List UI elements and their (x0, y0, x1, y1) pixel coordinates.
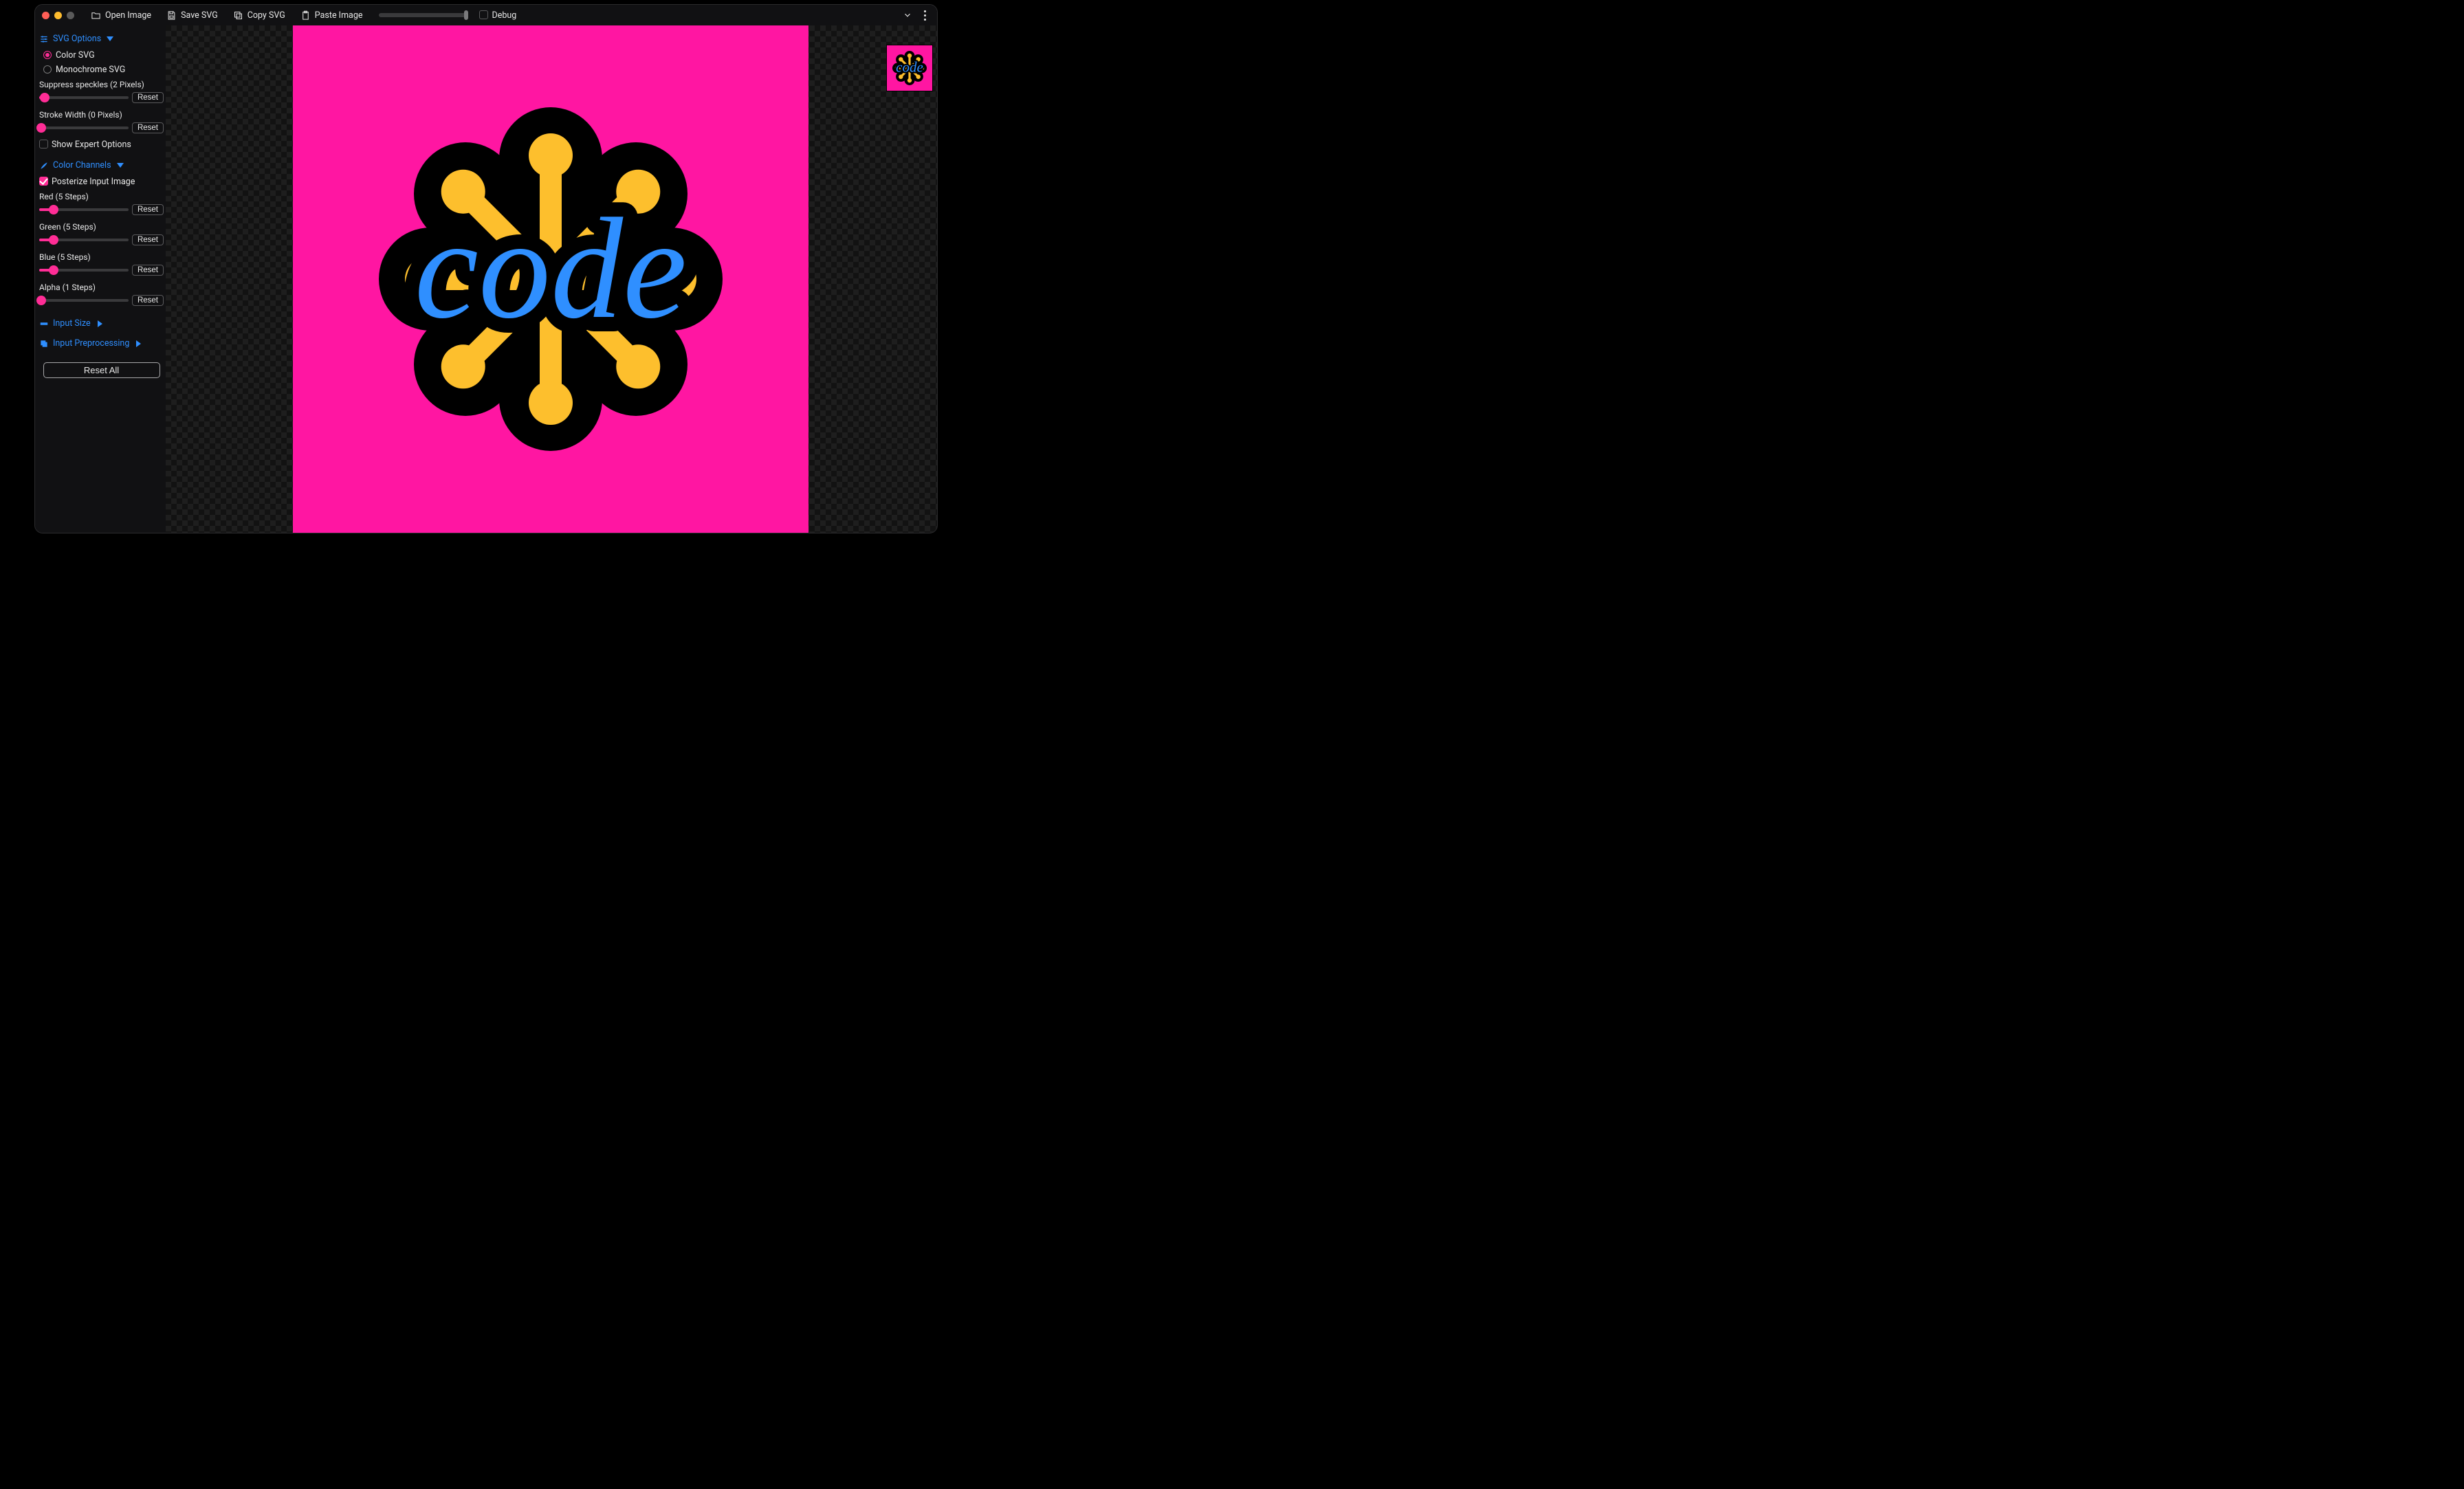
section-title: Input Size (53, 318, 91, 329)
checkbox-icon (39, 177, 48, 186)
green-steps-label: Green (5 Steps) (39, 219, 164, 233)
stroke-width-slider[interactable] (39, 126, 129, 129)
collapse-panel-button[interactable] (899, 10, 916, 20)
section-input-preprocessing[interactable]: Input Preprocessing (39, 337, 164, 353)
stroke-reset-button[interactable]: Reset (132, 122, 164, 133)
chevron-down-icon (903, 10, 912, 20)
debug-toggle[interactable]: Debug (479, 10, 516, 21)
debug-label: Debug (492, 10, 516, 21)
folder-open-icon (91, 10, 101, 21)
copy-svg-label: Copy SVG (248, 10, 285, 21)
canvas-area[interactable]: code code (166, 25, 937, 533)
section-color-channels[interactable]: Color Channels (39, 159, 164, 175)
code-text: code (415, 189, 687, 349)
alpha-steps-label: Alpha (1 Steps) (39, 280, 164, 294)
more-menu-button[interactable] (920, 10, 930, 21)
ruler-icon (39, 319, 49, 329)
copy-icon (233, 10, 243, 21)
red-steps-label: Red (5 Steps) (39, 189, 164, 203)
red-reset-button[interactable]: Reset (132, 204, 164, 215)
options-sidebar: SVG Options Color SVG Monochrome SVG Sup… (35, 25, 166, 533)
paste-image-button[interactable]: Paste Image (295, 8, 368, 23)
alpha-steps-slider[interactable] (39, 299, 129, 302)
brush-icon (39, 161, 49, 170)
app-window: Open Image Save SVG Copy SVG Paste Image… (34, 4, 938, 533)
suppress-speckles-label: Suppress speckles (2 Pixels) (39, 77, 164, 91)
reset-all-button[interactable]: Reset All (43, 362, 160, 378)
window-controls (42, 12, 74, 19)
radio-color-svg[interactable]: Color SVG (39, 48, 164, 63)
radio-icon (43, 51, 52, 59)
alpha-reset-button[interactable]: Reset (132, 295, 164, 306)
toolbar: Open Image Save SVG Copy SVG Paste Image… (35, 5, 937, 25)
radio-label: Color SVG (56, 50, 95, 60)
artwork-svg: code code (358, 87, 743, 472)
chevron-down-icon (107, 36, 113, 41)
suppress-reset-button[interactable]: Reset (132, 92, 164, 103)
preview-svg: code code (890, 49, 929, 87)
save-svg-button[interactable]: Save SVG (161, 8, 223, 23)
artboard: code code (293, 25, 808, 533)
radio-label: Monochrome SVG (56, 65, 125, 75)
section-title: Color Channels (53, 160, 111, 170)
zoom-slider[interactable] (379, 13, 468, 17)
green-reset-button[interactable]: Reset (132, 234, 164, 245)
open-image-label: Open Image (105, 10, 151, 21)
section-svg-options[interactable]: SVG Options (39, 32, 164, 48)
copy-svg-button[interactable]: Copy SVG (228, 8, 291, 23)
red-steps-slider[interactable] (39, 208, 129, 211)
stroke-width-label: Stroke Width (0 Pixels) (39, 107, 164, 121)
section-title: Input Preprocessing (53, 338, 129, 349)
blue-steps-slider[interactable] (39, 269, 129, 272)
preview-thumbnail[interactable]: code code (886, 45, 933, 91)
posterize-toggle[interactable]: Posterize Input Image (39, 175, 164, 189)
checkbox-icon (39, 140, 48, 148)
suppress-speckles-slider[interactable] (39, 96, 129, 99)
radio-monochrome-svg[interactable]: Monochrome SVG (39, 63, 164, 77)
chevron-right-icon (98, 320, 102, 327)
radio-icon (43, 65, 52, 74)
svg-text:code: code (896, 59, 923, 76)
green-steps-slider[interactable] (39, 239, 129, 241)
minimize-icon[interactable] (54, 12, 62, 19)
chevron-down-icon (117, 163, 124, 168)
save-svg-label: Save SVG (181, 10, 218, 21)
sliders-icon (39, 34, 49, 44)
checkbox-label: Posterize Input Image (52, 177, 135, 187)
blue-reset-button[interactable]: Reset (132, 265, 164, 276)
open-image-button[interactable]: Open Image (85, 8, 157, 23)
section-title: SVG Options (53, 34, 101, 44)
clipboard-icon (300, 10, 311, 21)
close-icon[interactable] (42, 12, 50, 19)
chevron-right-icon (136, 340, 141, 347)
layers-icon (39, 339, 49, 349)
checkbox-label: Show Expert Options (52, 140, 131, 150)
save-icon (166, 10, 177, 21)
zoom-icon[interactable] (67, 12, 74, 19)
section-input-size[interactable]: Input Size (39, 317, 164, 333)
paste-image-label: Paste Image (315, 10, 363, 21)
blue-steps-label: Blue (5 Steps) (39, 250, 164, 263)
checkbox-icon (479, 10, 488, 19)
show-expert-options-toggle[interactable]: Show Expert Options (39, 137, 164, 152)
